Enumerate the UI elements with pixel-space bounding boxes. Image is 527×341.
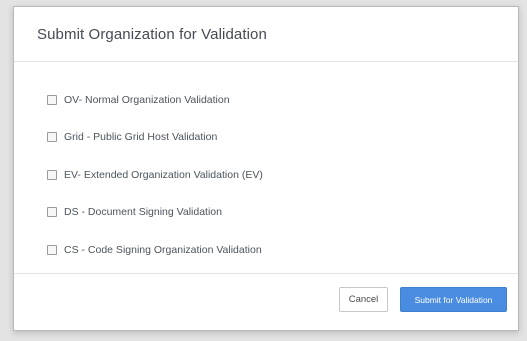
checkbox-ov[interactable] (47, 94, 57, 105)
dialog-title: Submit Organization for Validation (37, 25, 267, 43)
option-grid[interactable]: Grid - Public Grid Host Validation (47, 119, 263, 157)
option-ds[interactable]: DS - Document Signing Validation (47, 194, 263, 232)
submit-for-validation-button[interactable]: Submit for Validation (400, 287, 507, 312)
cancel-button[interactable]: Cancel (339, 287, 388, 312)
option-cs[interactable]: CS - Code Signing Organization Validatio… (47, 231, 263, 269)
option-label-ov: OV- Normal Organization Validation (64, 93, 230, 106)
option-label-ev: EV- Extended Organization Validation (EV… (64, 168, 263, 181)
validation-options-list: OV- Normal Organization Validation Grid … (47, 81, 263, 269)
checkbox-ev[interactable] (47, 169, 57, 180)
option-ov[interactable]: OV- Normal Organization Validation (47, 81, 263, 119)
checkbox-cs[interactable] (47, 244, 57, 255)
checkbox-ds[interactable] (47, 207, 57, 218)
option-label-cs: CS - Code Signing Organization Validatio… (64, 243, 262, 256)
option-label-grid: Grid - Public Grid Host Validation (64, 131, 218, 144)
submit-validation-dialog: Submit Organization for Validation OV- N… (13, 6, 519, 331)
option-label-ds: DS - Document Signing Validation (64, 206, 222, 219)
checkbox-grid[interactable] (47, 132, 57, 143)
option-ev[interactable]: EV- Extended Organization Validation (EV… (47, 156, 263, 194)
dialog-header: Submit Organization for Validation (14, 7, 518, 62)
dialog-footer: Cancel Submit for Validation (14, 273, 518, 330)
